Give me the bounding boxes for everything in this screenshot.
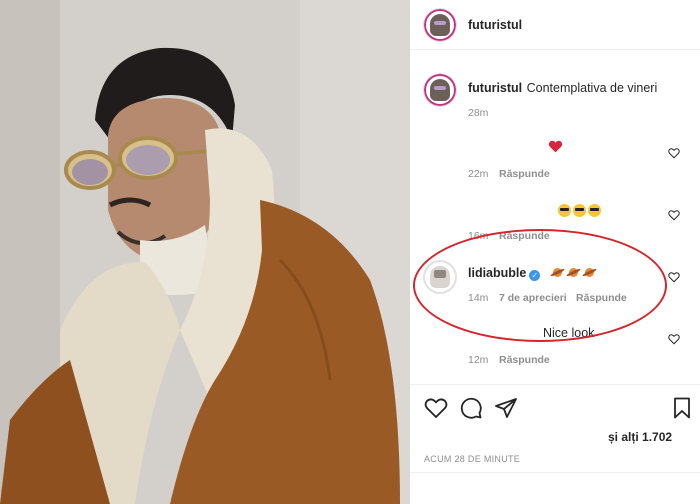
- comment-1-text: [548, 140, 564, 154]
- likes-count[interactable]: și alți 1.702: [608, 430, 672, 444]
- ringed-planet-emoji: [583, 266, 596, 279]
- post-header: futuristul: [410, 0, 700, 50]
- caption-avatar[interactable]: [424, 74, 456, 106]
- post-timestamp: ACUM 28 DE MINUTE: [424, 454, 521, 464]
- photo-illustration: [0, 0, 410, 504]
- comment-icon[interactable]: [459, 396, 483, 420]
- post-photo: [0, 0, 410, 504]
- bookmark-icon[interactable]: [670, 396, 694, 420]
- sunglasses-emoji: [573, 204, 586, 217]
- comment-4-time: 12m: [468, 354, 489, 366]
- comment-4-text: Nice look: [543, 326, 595, 340]
- comment-3-text: [551, 264, 599, 281]
- comment-2-reply-button[interactable]: Răspunde: [499, 230, 550, 242]
- comment-1-like-icon[interactable]: [668, 146, 680, 159]
- ringed-planet-emoji: [551, 266, 564, 279]
- bottom-divider: [410, 472, 700, 473]
- comment-2-like-icon[interactable]: [668, 208, 680, 221]
- comment-1-reply-button[interactable]: Răspunde: [499, 168, 550, 180]
- actions-divider: [410, 384, 700, 385]
- share-icon[interactable]: [494, 396, 518, 420]
- ringed-planet-emoji: [567, 266, 580, 279]
- comment-3-likes[interactable]: 7 de aprecieri: [499, 292, 567, 304]
- comment-2-text: [558, 202, 603, 220]
- caption-time: 28m: [468, 107, 489, 119]
- sunglasses-emoji: [558, 204, 571, 217]
- comment-3-line: lidiabuble ✓: [468, 264, 599, 282]
- author-avatar[interactable]: [424, 9, 456, 41]
- comment-4-like-icon[interactable]: [668, 332, 680, 345]
- verified-badge-icon: ✓: [529, 270, 541, 281]
- caption: futuristul Contemplativa de vineri: [468, 79, 657, 97]
- heart-icon[interactable]: [424, 396, 448, 420]
- comments-panel: futuristul futuristul Contemplativa de v…: [410, 0, 700, 504]
- comment-1-time: 22m: [468, 168, 489, 180]
- caption-text: Contemplativa de vineri: [526, 81, 658, 95]
- header-username[interactable]: futuristul: [468, 18, 522, 32]
- comment-3-time: 14m: [468, 292, 489, 304]
- comment-4-reply-button[interactable]: Răspunde: [499, 354, 550, 366]
- comment-3-username[interactable]: lidiabuble: [468, 266, 526, 280]
- comment-3-like-icon[interactable]: [668, 270, 680, 283]
- comment-2-time: 16m: [468, 230, 489, 242]
- caption-username[interactable]: futuristul: [468, 81, 522, 95]
- comment-3-reply-button[interactable]: Răspunde: [576, 292, 627, 304]
- red-heart-emoji: [548, 140, 563, 153]
- sunglasses-emoji: [588, 204, 601, 217]
- commenter-avatar[interactable]: [424, 261, 456, 293]
